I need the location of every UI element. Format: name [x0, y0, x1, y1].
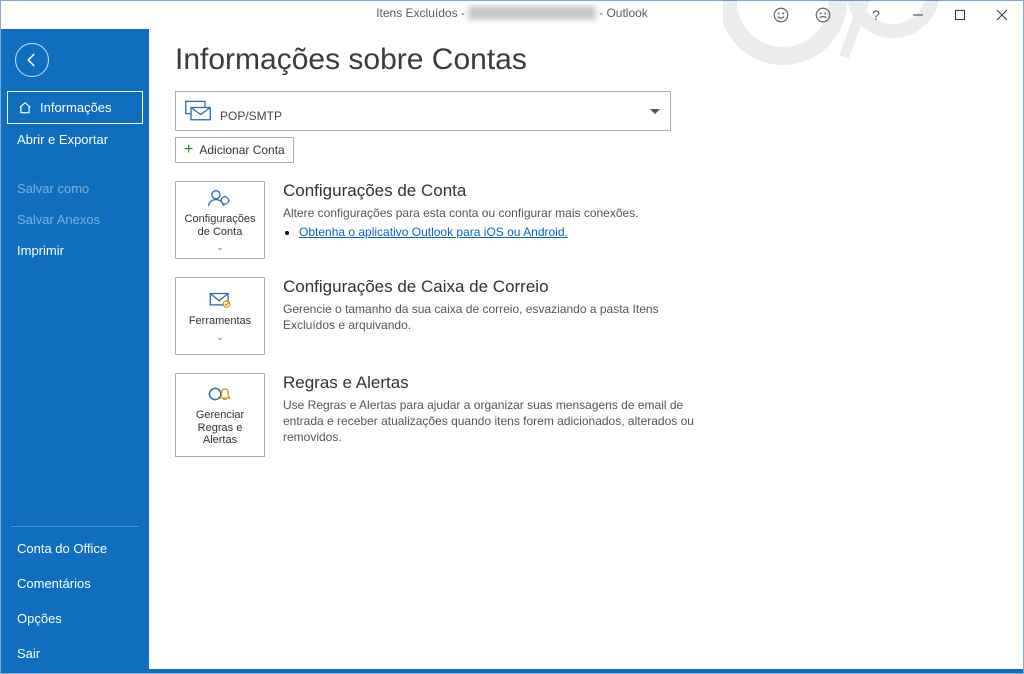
home-icon — [18, 101, 32, 115]
sidebar-item-label: Sair — [17, 646, 40, 661]
account-settings-icon — [207, 187, 233, 209]
backstage-sidebar: Informações Abrir e Exportar Salvar como… — [1, 29, 149, 671]
rules-alerts-icon — [207, 383, 233, 405]
sidebar-item-label: Opções — [17, 611, 62, 626]
sidebar-item-open-export[interactable]: Abrir e Exportar — [1, 124, 149, 155]
chevron-down-icon — [650, 102, 660, 120]
sidebar-item-feedback[interactable]: Comentários — [1, 566, 149, 601]
back-button[interactable] — [15, 43, 49, 77]
sidebar-item-print[interactable]: Imprimir — [1, 235, 149, 266]
sidebar-item-save-as: Salvar como — [1, 173, 149, 204]
section-desc: Gerencie o tamanho da sua caixa de corre… — [283, 301, 703, 333]
sidebar-item-label: Informações — [40, 100, 112, 115]
status-bar — [1, 669, 1023, 673]
section-title: Configurações de Conta — [283, 181, 639, 201]
rules-alerts-tile[interactable]: Gerenciar Regras e Alertas — [175, 373, 265, 457]
main-content: Informações sobre Contas POP/SMTP + Adic… — [149, 29, 1023, 671]
title-app: Outlook — [606, 6, 647, 20]
section-title: Regras e Alertas — [283, 373, 703, 393]
account-dropdown[interactable]: POP/SMTP — [175, 91, 671, 131]
mailbox-tools-icon — [207, 289, 233, 311]
plus-icon: + — [184, 142, 193, 158]
sidebar-item-label: Comentários — [17, 576, 91, 591]
sidebar-item-label: Salvar como — [17, 181, 89, 196]
sidebar-item-info[interactable]: Informações — [7, 91, 143, 124]
section-desc: Use Regras e Alertas para ajudar a organ… — [283, 397, 703, 446]
chevron-down-icon: ⌄ — [216, 332, 224, 343]
maximize-button[interactable] — [939, 1, 981, 29]
sidebar-item-label: Conta do Office — [17, 541, 107, 556]
sidebar-item-label: Salvar Anexos — [17, 212, 100, 227]
account-envelope-icon — [184, 100, 212, 122]
sidebar-item-options[interactable]: Opções — [1, 601, 149, 636]
title-account-masked: xxxxxxxx@xxxxxxx.xxx — [468, 6, 596, 20]
section-desc: Altere configurações para esta conta ou … — [283, 205, 639, 221]
add-account-button[interactable]: + Adicionar Conta — [175, 137, 294, 163]
feedback-smile-icon[interactable] — [769, 1, 793, 29]
chevron-down-icon: ⌄ — [216, 242, 224, 253]
page-title: Informações sobre Contas — [175, 43, 997, 77]
feedback-frown-icon[interactable] — [811, 1, 835, 29]
mailbox-tools-tile[interactable]: Ferramentas ⌄ — [175, 277, 265, 355]
title-folder: Itens Excluídos — [376, 6, 457, 20]
sidebar-item-label: Imprimir — [17, 243, 64, 258]
title-bar: Itens Excluídos - xxxxxxxx@xxxxxxx.xxx -… — [1, 1, 1023, 29]
section-title: Configurações de Caixa de Correio — [283, 277, 703, 297]
sidebar-item-save-attachments: Salvar Anexos — [1, 204, 149, 235]
account-settings-tile[interactable]: Configurações de Conta ⌄ — [175, 181, 265, 259]
close-button[interactable] — [981, 1, 1023, 29]
add-account-label: Adicionar Conta — [199, 143, 284, 157]
help-button[interactable]: ? — [855, 1, 897, 29]
outlook-mobile-link[interactable]: Obtenha o aplicativo Outlook para iOS ou… — [299, 225, 568, 239]
minimize-button[interactable] — [897, 1, 939, 29]
sidebar-item-office-account[interactable]: Conta do Office — [1, 531, 149, 566]
sidebar-item-exit[interactable]: Sair — [1, 636, 149, 671]
sidebar-item-label: Abrir e Exportar — [17, 132, 108, 147]
account-type-label: POP/SMTP — [220, 109, 282, 123]
